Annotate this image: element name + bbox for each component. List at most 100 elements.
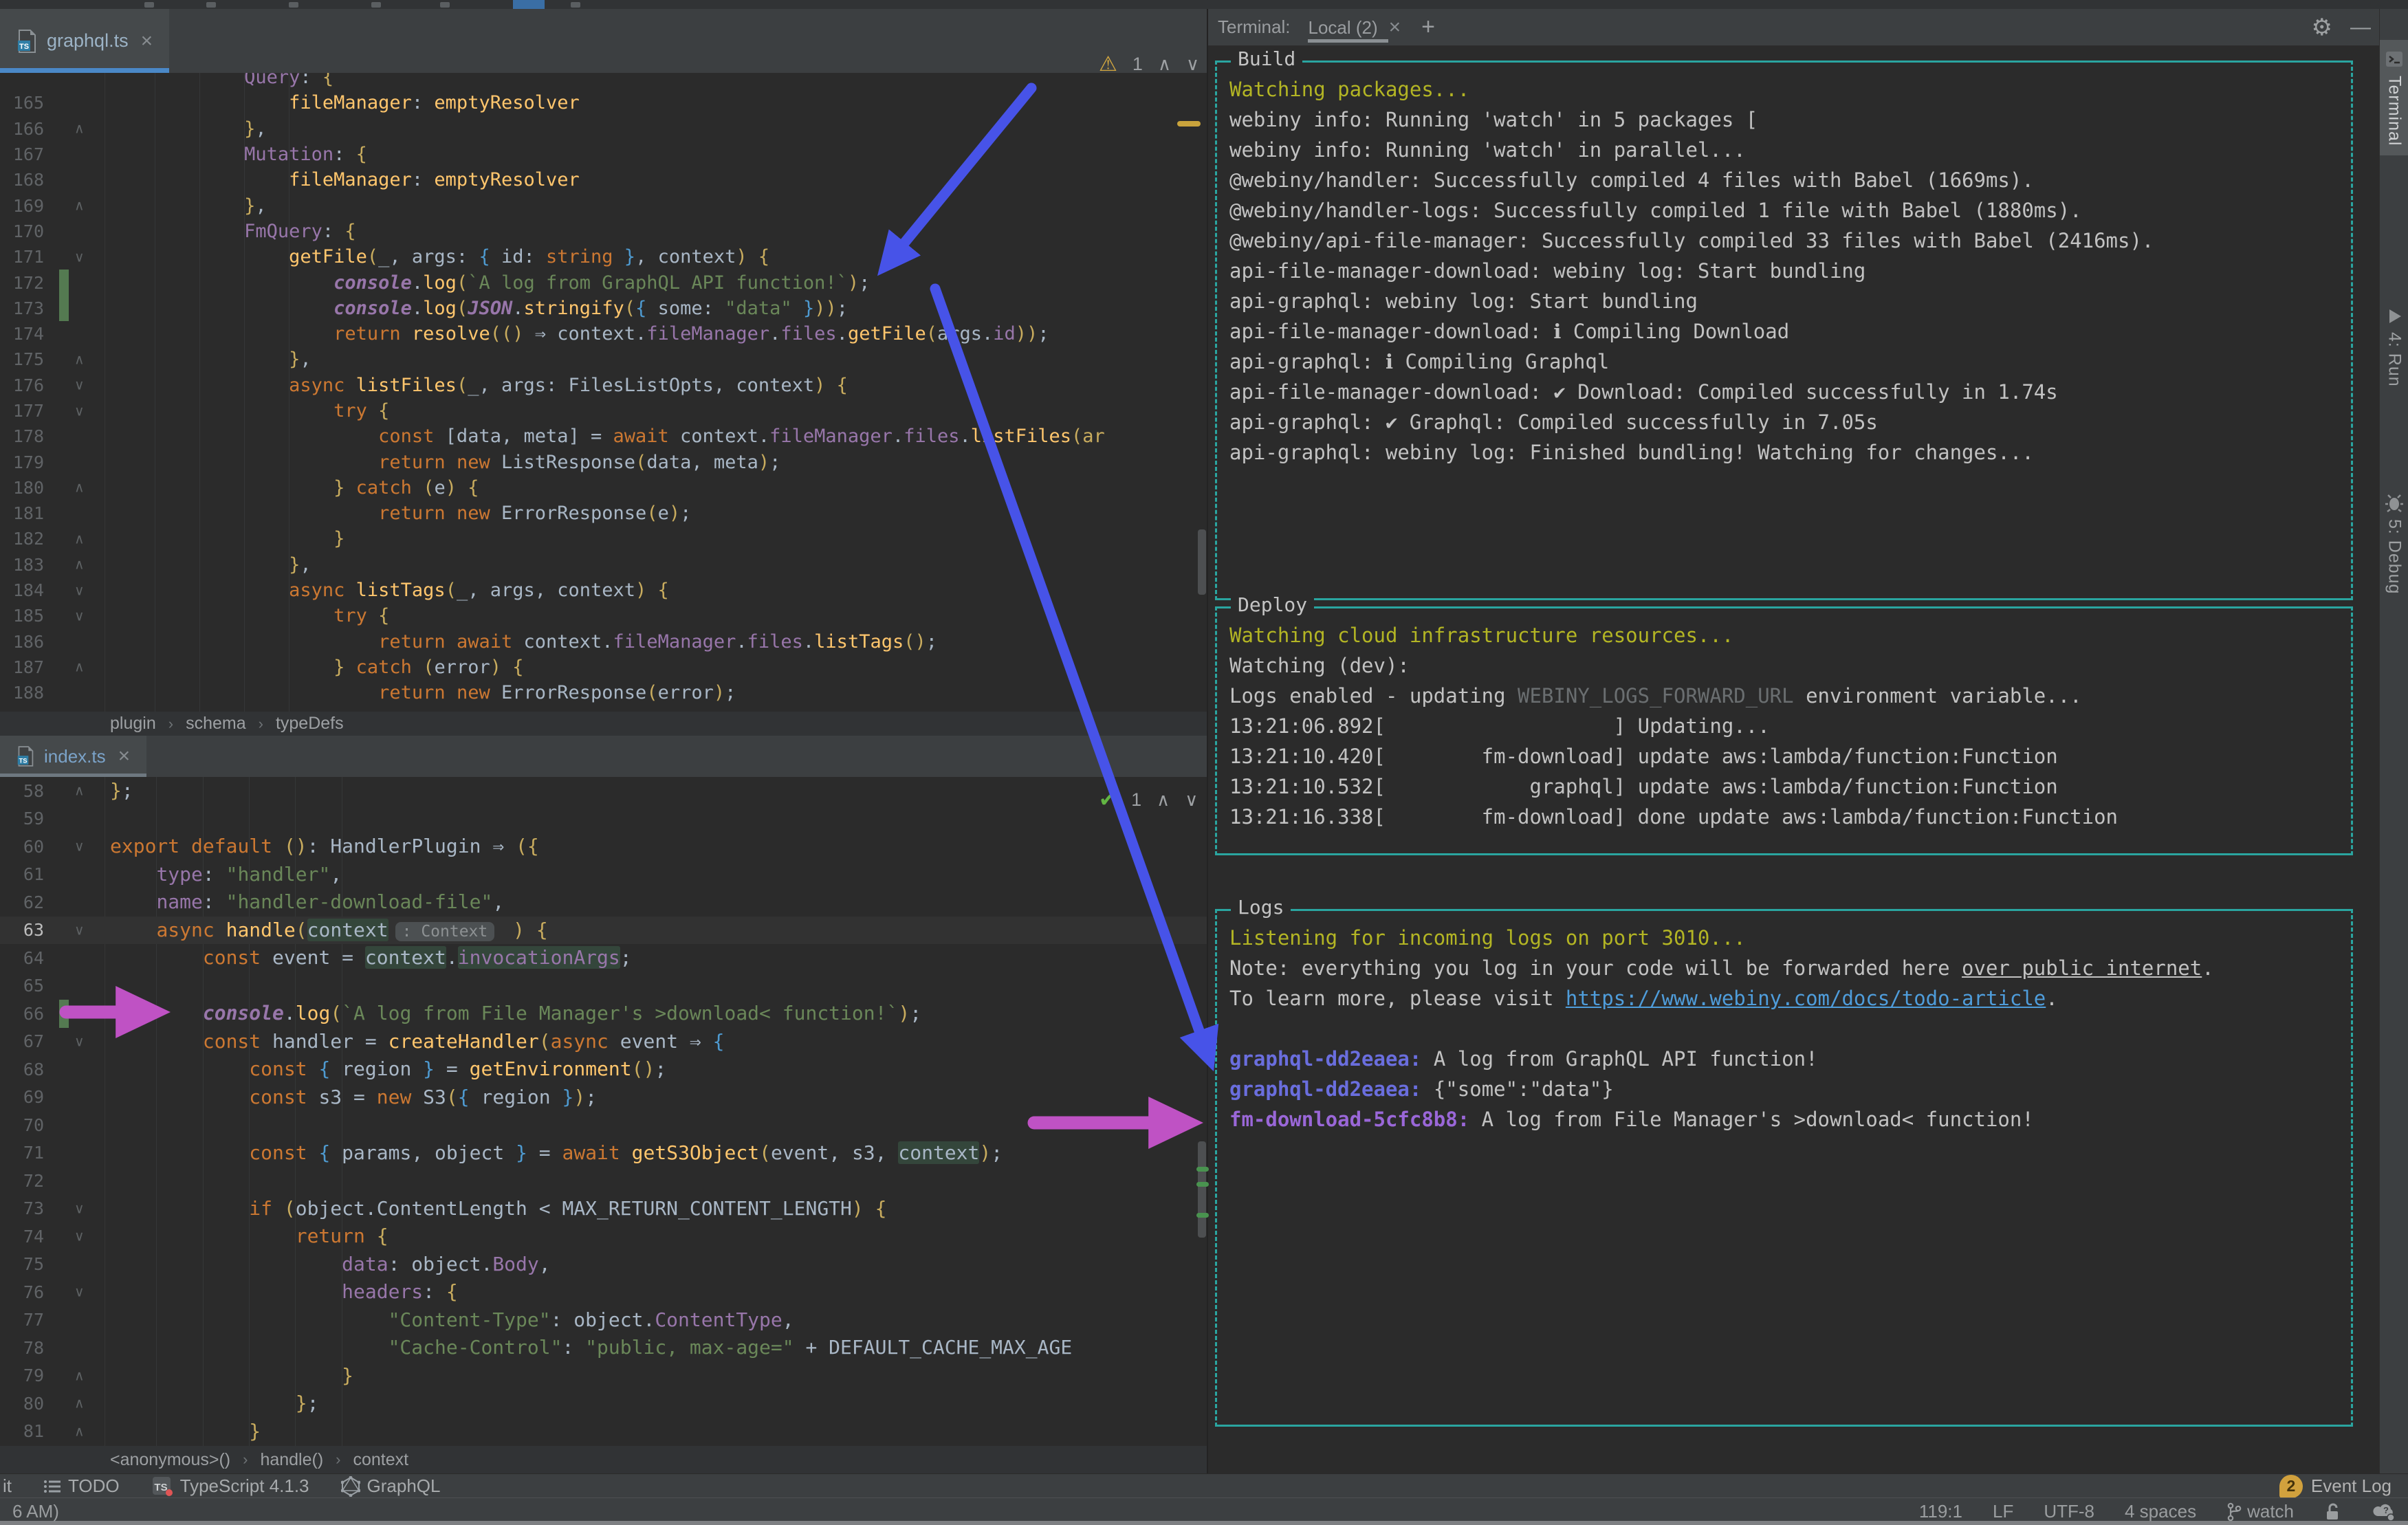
code-line[interactable]: 176 ∨ async listFiles(_, args: FilesListO… xyxy=(0,373,1207,398)
line-number[interactable]: 60 xyxy=(0,837,44,857)
tool-button-git-clipped[interactable]: it xyxy=(3,1475,12,1497)
code-line[interactable]: 171 ∨ getFile(_, args: { id: string }, co… xyxy=(0,244,1207,270)
code-line[interactable]: 71 const { params, object } = await getS… xyxy=(0,1139,1207,1167)
breadcrumb-item[interactable]: plugin xyxy=(110,714,156,734)
code-line[interactable]: 168 fileManager: emptyResolver xyxy=(0,167,1207,193)
code-line[interactable]: 58 ∧}; xyxy=(0,777,1207,805)
code-line[interactable]: 80 ∧ }; xyxy=(0,1390,1207,1418)
code-line[interactable]: 170 FmQuery: { xyxy=(0,219,1207,244)
inspections-widget-top[interactable]: ⚠ 1 ∧ ∨ xyxy=(1099,52,1199,76)
line-number[interactable]: 170 xyxy=(0,221,44,241)
code-line[interactable]: 60 ∨ export default (): HandlerPlugin ⇒ ({ xyxy=(0,833,1207,861)
code-line[interactable]: 66 console.log(`A log from File Manager'… xyxy=(0,1000,1207,1028)
fold-icon[interactable]: ∨ xyxy=(74,921,85,939)
code-line[interactable]: 73 ∨ if (object.ContentLength < MAX_RETUR… xyxy=(0,1195,1207,1223)
fold-icon[interactable]: ∧ xyxy=(74,556,85,573)
line-number[interactable]: 66 xyxy=(0,1004,44,1024)
code-line[interactable]: 175 ∧ }, xyxy=(0,347,1207,372)
line-number[interactable]: 62 xyxy=(0,892,44,912)
line-number[interactable]: 166 xyxy=(0,119,44,139)
fold-icon[interactable]: ∨ xyxy=(74,1284,85,1301)
fold-icon[interactable]: ∧ xyxy=(74,1423,85,1440)
line-number[interactable]: 175 xyxy=(0,349,44,369)
line-number[interactable]: 177 xyxy=(0,401,44,421)
code-line[interactable]: 76 ∨ headers: { xyxy=(0,1278,1207,1306)
code-line[interactable]: 186 return await context.fileManager.fil… xyxy=(0,629,1207,655)
git-branch-widget[interactable]: watch xyxy=(2226,1501,2294,1522)
chevron-up-icon[interactable]: ∧ xyxy=(1158,54,1171,75)
line-number[interactable]: 187 xyxy=(0,657,44,677)
line-number[interactable]: 79 xyxy=(0,1365,44,1385)
fold-icon[interactable]: ∨ xyxy=(74,607,85,624)
line-number[interactable]: 178 xyxy=(0,426,44,446)
close-icon[interactable]: × xyxy=(118,746,131,767)
code-line[interactable]: 65 xyxy=(0,972,1207,1000)
fold-icon[interactable]: ∨ xyxy=(74,402,85,419)
line-number[interactable]: 68 xyxy=(0,1060,44,1079)
tool-button-run[interactable]: 4: Run xyxy=(2380,298,2408,397)
line-number[interactable]: 173 xyxy=(0,298,44,318)
fold-icon[interactable]: ∧ xyxy=(74,120,85,138)
line-number[interactable]: 80 xyxy=(0,1394,44,1414)
code-line[interactable]: 177 ∨ try { xyxy=(0,398,1207,424)
tab-index-ts[interactable]: TS index.ts × xyxy=(0,736,147,777)
code-line[interactable]: 169 ∧ }, xyxy=(0,193,1207,218)
code-line[interactable]: 81 ∧ } xyxy=(0,1418,1207,1446)
code-line[interactable]: 187 ∧ } catch (error) { xyxy=(0,655,1207,680)
fold-icon[interactable]: ∧ xyxy=(74,197,85,215)
code-line[interactable]: 188 return new ErrorResponse(error); xyxy=(0,680,1207,705)
tool-button-typescript[interactable]: TS TypeScript 4.1.3 xyxy=(151,1475,309,1497)
fold-icon[interactable]: ∧ xyxy=(74,530,85,547)
line-number[interactable]: 64 xyxy=(0,948,44,968)
code-line[interactable]: 62 name: "handler-download-file", xyxy=(0,888,1207,917)
line-number[interactable]: 58 xyxy=(0,781,44,801)
unlocked-icon[interactable] xyxy=(2324,1502,2342,1522)
line-number[interactable]: 172 xyxy=(0,273,44,293)
indent-setting[interactable]: 4 spaces xyxy=(2125,1501,2196,1522)
chevron-down-icon[interactable]: ∨ xyxy=(1186,54,1199,75)
editor-index[interactable]: 58 ∧}; 59 60 ∨ export default (): HandlerPlug… xyxy=(0,777,1207,1446)
scrollbar-thumb-top[interactable] xyxy=(1198,529,1206,595)
close-icon[interactable]: × xyxy=(141,30,153,52)
code-line[interactable]: 79 ∧ } xyxy=(0,1362,1207,1390)
code-line[interactable]: 59 xyxy=(0,805,1207,833)
line-number[interactable]: 168 xyxy=(0,170,44,190)
fold-icon[interactable]: ∧ xyxy=(74,782,85,800)
line-number[interactable]: 184 xyxy=(0,580,44,600)
line-number[interactable]: 77 xyxy=(0,1310,44,1330)
code-line[interactable]: 64 const event = context.invocationArgs; xyxy=(0,944,1207,972)
line-number[interactable]: 70 xyxy=(0,1115,44,1135)
event-log-button[interactable]: 2 Event Log xyxy=(2279,1474,2391,1498)
tool-button-debug[interactable]: 5: Debug xyxy=(2380,483,2408,604)
code-line[interactable]: 173 console.log(JSON.stringify({ some: "… xyxy=(0,295,1207,321)
line-number[interactable]: 61 xyxy=(0,864,44,884)
line-number[interactable]: 169 xyxy=(0,196,44,216)
scrollbar-thumb-bottom[interactable] xyxy=(1198,1141,1206,1238)
fold-icon[interactable]: ∨ xyxy=(74,1228,85,1245)
line-number[interactable]: 176 xyxy=(0,375,44,395)
line-number[interactable]: 183 xyxy=(0,555,44,575)
fold-icon[interactable]: ∨ xyxy=(74,1033,85,1050)
line-number[interactable]: 74 xyxy=(0,1227,44,1247)
code-line[interactable]: 69 const s3 = new S3({ region }); xyxy=(0,1084,1207,1112)
tool-button-todo[interactable]: TODO xyxy=(43,1475,120,1497)
fold-icon[interactable]: ∧ xyxy=(74,351,85,368)
line-number[interactable]: 179 xyxy=(0,452,44,472)
fold-icon[interactable]: ∨ xyxy=(74,1200,85,1217)
line-number[interactable]: 59 xyxy=(0,809,44,829)
fold-icon[interactable]: ∧ xyxy=(74,1395,85,1412)
feature-hints-icon[interactable]: ? xyxy=(2372,1502,2396,1522)
line-separator[interactable]: LF xyxy=(1993,1501,2013,1522)
tab-graphql-ts[interactable]: TS graphql.ts × xyxy=(0,9,170,73)
code-line[interactable]: 74 ∨ return { xyxy=(0,1222,1207,1251)
code-line[interactable]: 166 ∧ }, xyxy=(0,116,1207,142)
breadcrumb-item[interactable]: handle() xyxy=(260,1450,323,1470)
terminal-tab-local[interactable]: Local (2) × xyxy=(1308,9,1401,45)
fold-icon[interactable]: ∧ xyxy=(74,1367,85,1384)
minimize-icon[interactable]: — xyxy=(2350,16,2371,39)
code-line[interactable]: 72 xyxy=(0,1167,1207,1195)
fold-icon[interactable]: ∨ xyxy=(74,248,85,265)
fold-icon[interactable]: ∨ xyxy=(74,377,85,394)
code-line[interactable]: 167 Mutation: { xyxy=(0,142,1207,167)
code-line[interactable]: 68 const { region } = getEnvironment(); xyxy=(0,1055,1207,1084)
